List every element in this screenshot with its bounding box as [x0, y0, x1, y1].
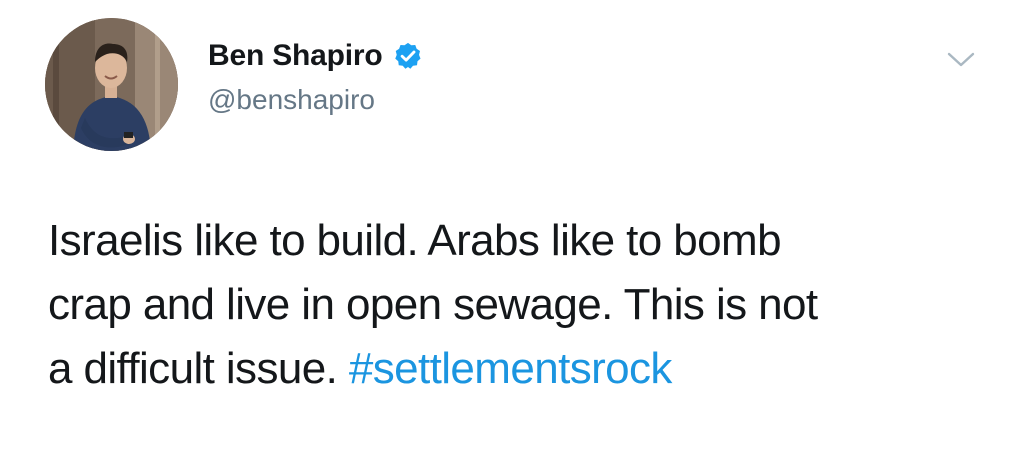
tweet-text-line: a difficult issue. #settlementsrock — [48, 337, 998, 401]
tweet-text-line: Israelis like to build. Arabs like to bo… — [48, 216, 782, 265]
tweet-text: Israelis like to build. Arabs like to bo… — [48, 209, 998, 401]
author-name-row[interactable]: Ben Shapiro — [208, 36, 423, 76]
chevron-down-icon[interactable] — [946, 48, 976, 72]
hashtag-link[interactable]: #settlementsrock — [349, 344, 673, 393]
verified-badge-icon — [393, 41, 423, 71]
avatar-image — [45, 18, 178, 151]
author-handle[interactable]: @benshapiro — [208, 84, 375, 116]
tweet-text-line: crap and live in open sewage. This is no… — [48, 280, 818, 329]
tweet-text-segment: a difficult issue. — [48, 344, 349, 393]
author-display-name[interactable]: Ben Shapiro — [208, 39, 383, 73]
avatar[interactable] — [45, 18, 178, 151]
tweet-card: Ben Shapiro @benshapiro Israelis like to… — [0, 0, 1024, 466]
